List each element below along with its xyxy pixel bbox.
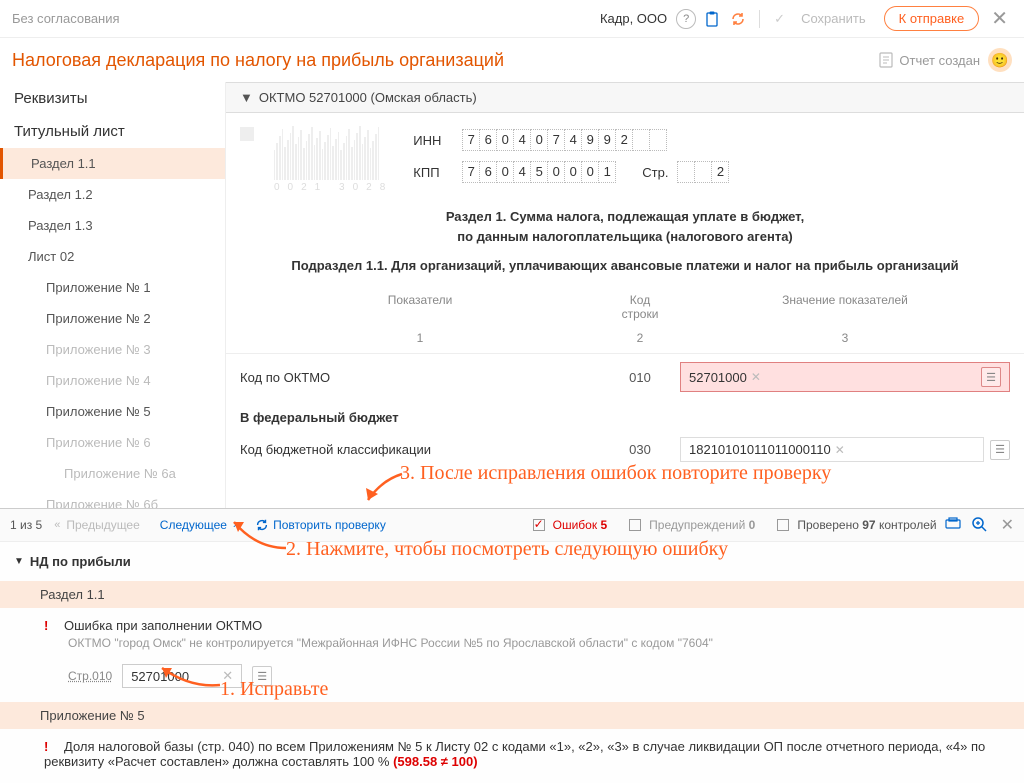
sidebar-item[interactable]: Раздел 1.1: [0, 148, 225, 179]
subsection-header: В федеральный бюджет: [226, 400, 1024, 429]
page-field[interactable]: 2: [678, 161, 729, 183]
checked-checkbox[interactable]: [777, 519, 789, 531]
kpp-field[interactable]: 760450001: [463, 161, 616, 183]
col-header-2: Кодстроки: [600, 293, 680, 321]
list-picker-icon[interactable]: ☰: [981, 367, 1001, 387]
sidebar-item[interactable]: Приложение № 6а: [0, 458, 225, 489]
fix-value-input[interactable]: 52701000✕: [122, 664, 242, 688]
pdf-icon[interactable]: [945, 517, 961, 534]
barcode: 0021 3028: [274, 125, 393, 193]
prev-button[interactable]: Предыдущее: [66, 518, 139, 532]
section-title: Раздел 1. Сумма налога, подлежащая уплат…: [226, 201, 1024, 252]
errors-count: Ошибок 5: [553, 518, 608, 532]
checked-count: Проверено 97 контролей: [797, 518, 936, 532]
inn-field[interactable]: 7604074992: [463, 129, 667, 151]
save-button[interactable]: Сохранить: [801, 11, 866, 26]
content-area: ▼ОКТМО 52701000 (Омская область) 0021 30…: [226, 82, 1024, 508]
sidebar-item[interactable]: Лист 02: [0, 241, 225, 272]
sidebar-item[interactable]: Приложение № 2: [0, 303, 225, 334]
tick-icon: ✓: [774, 11, 785, 27]
sidebar-item[interactable]: Титульный лист: [0, 115, 225, 148]
goto-line-link[interactable]: Стр.010: [68, 669, 112, 683]
table-row: Код бюджетной классификации0301821010101…: [226, 429, 1024, 470]
sidebar: РеквизитыТитульный листРаздел 1.1Раздел …: [0, 82, 226, 508]
zoom-icon[interactable]: [971, 516, 987, 535]
error-icon: !: [44, 618, 54, 633]
error-item-2[interactable]: !Доля налоговой базы (стр. 040) по всем …: [14, 733, 1010, 775]
error-group-header[interactable]: ▼НД по прибыли: [14, 550, 1010, 577]
section-subtitle: Подраздел 1.1. Для организаций, уплачива…: [226, 252, 1024, 287]
list-picker-icon[interactable]: ☰: [252, 666, 272, 686]
sidebar-item[interactable]: Приложение № 1: [0, 272, 225, 303]
avatar[interactable]: 🙂: [988, 48, 1012, 72]
repeat-check-button[interactable]: Повторить проверку: [255, 518, 386, 532]
table-row: Код по ОКТМО01052701000✕☰: [226, 354, 1024, 400]
next-last-icon[interactable]: »: [233, 519, 239, 531]
sidebar-item[interactable]: Реквизиты: [0, 82, 225, 115]
sidebar-item[interactable]: Раздел 1.3: [0, 210, 225, 241]
page-label: Стр.: [642, 165, 668, 180]
error-icon: !: [44, 739, 54, 754]
prev-first-icon[interactable]: «: [54, 519, 60, 531]
warnings-checkbox[interactable]: [629, 519, 641, 531]
approval-status: Без согласования: [12, 11, 120, 26]
error-counter: 1 из 5: [10, 518, 42, 532]
sidebar-item[interactable]: Приложение № 6б: [0, 489, 225, 508]
company-name[interactable]: Кадр, ООО: [600, 11, 667, 26]
col-header-1: Показатели: [240, 293, 600, 321]
close-panel-icon[interactable]: ✕: [1001, 515, 1014, 535]
refresh-icon[interactable]: [728, 9, 748, 29]
clipboard-icon[interactable]: [702, 9, 722, 29]
warnings-count: Предупреждений 0: [649, 518, 755, 532]
send-button[interactable]: К отправке: [884, 6, 980, 31]
sidebar-item[interactable]: Приложение № 5: [0, 396, 225, 427]
checkbox[interactable]: [240, 127, 254, 141]
error-item-1[interactable]: !Ошибка при заполнении ОКТМО ОКТМО "горо…: [14, 612, 1010, 656]
page-title: Налоговая декларация по налогу на прибыл…: [12, 50, 504, 71]
col-header-3: Значение показателей: [680, 293, 1010, 321]
sidebar-item[interactable]: Приложение № 3: [0, 334, 225, 365]
value-input[interactable]: 52701000✕☰: [680, 362, 1010, 392]
error-section-2[interactable]: Приложение № 5: [0, 702, 1024, 729]
value-input[interactable]: 18210101011011000110✕: [680, 437, 984, 462]
list-picker-icon[interactable]: ☰: [990, 440, 1010, 460]
help-icon[interactable]: ?: [676, 9, 696, 29]
sidebar-item[interactable]: Приложение № 4: [0, 365, 225, 396]
validation-panel: 1 из 5 « Предыдущее Следующее » Повторит…: [0, 508, 1024, 783]
oktmo-collapse-header[interactable]: ▼ОКТМО 52701000 (Омская область): [226, 82, 1024, 113]
inn-label: ИНН: [413, 133, 453, 148]
report-status: Отчет создан: [879, 52, 980, 68]
kpp-label: КПП: [413, 165, 453, 180]
errors-checkbox[interactable]: [533, 519, 545, 531]
error-section-1[interactable]: Раздел 1.1: [0, 581, 1024, 608]
next-button[interactable]: Следующее: [160, 518, 227, 532]
close-icon[interactable]: ✕: [987, 6, 1012, 31]
sidebar-item[interactable]: Раздел 1.2: [0, 179, 225, 210]
sidebar-item[interactable]: Приложение № 6: [0, 427, 225, 458]
